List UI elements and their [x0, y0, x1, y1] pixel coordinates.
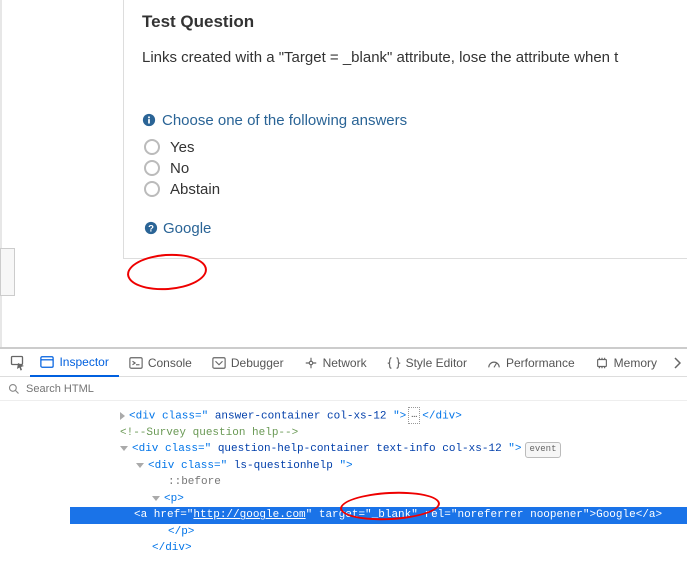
answer-option-no[interactable]: No	[144, 160, 669, 177]
html-search-input[interactable]	[26, 383, 226, 395]
tab-label: Inspector	[59, 355, 108, 369]
svg-text:?: ?	[148, 224, 154, 235]
tab-more[interactable]	[667, 349, 687, 376]
inspector-icon	[40, 355, 54, 369]
html-comment[interactable]: <!--Survey question help-->	[120, 425, 687, 442]
tab-performance[interactable]: Performance	[477, 349, 585, 376]
radio-icon[interactable]	[144, 181, 160, 197]
html-node[interactable]: <div class=" answer-container col-xs-12 …	[120, 407, 687, 425]
html-node[interactable]: </div>	[120, 540, 687, 557]
chevron-right-icon	[673, 357, 681, 369]
radio-icon[interactable]	[144, 139, 160, 155]
help-link-label: Google	[163, 220, 211, 237]
tab-label: Console	[148, 356, 192, 370]
html-node[interactable]: <div class=" ls-questionhelp ">	[120, 458, 687, 475]
devtools-tabbar: Inspector Console Debugger Network Style…	[0, 349, 687, 377]
element-picker-icon	[10, 355, 26, 371]
tab-inspector[interactable]: Inspector	[30, 350, 118, 377]
pseudo-before[interactable]: ::before	[120, 474, 687, 491]
answer-option-yes[interactable]: Yes	[144, 139, 669, 156]
html-node-selected[interactable]: <a href="http://google.com" target="_bla…	[70, 507, 687, 524]
html-search-bar	[0, 377, 687, 401]
tab-debugger[interactable]: Debugger	[202, 349, 294, 376]
element-picker-button[interactable]	[6, 349, 30, 376]
tab-console[interactable]: Console	[119, 349, 202, 376]
tab-label: Performance	[506, 356, 575, 370]
question-circle-icon: ?	[144, 221, 158, 235]
choose-answer-label: Choose one of the following answers	[162, 112, 407, 129]
tab-label: Network	[323, 356, 367, 370]
html-node[interactable]: <p>	[120, 491, 687, 508]
page-content: Test Question Links created with a "Targ…	[0, 0, 687, 347]
info-icon	[142, 113, 156, 127]
html-node[interactable]: </p>	[120, 524, 687, 541]
choose-answer-hint: Choose one of the following answers	[142, 112, 669, 129]
html-node[interactable]: <div class=" question-help-container tex…	[120, 441, 687, 458]
tab-label: Debugger	[231, 356, 284, 370]
collapsed-panel[interactable]	[0, 248, 15, 296]
search-icon	[8, 383, 20, 395]
help-link-google[interactable]: ? Google	[144, 220, 211, 237]
memory-icon	[595, 356, 609, 370]
network-icon	[304, 356, 318, 370]
answer-option-abstain[interactable]: Abstain	[144, 181, 669, 198]
answer-label: No	[170, 160, 189, 177]
radio-icon[interactable]	[144, 160, 160, 176]
console-icon	[129, 356, 143, 370]
debugger-icon	[212, 356, 226, 370]
tab-memory[interactable]: Memory	[585, 349, 667, 376]
tab-label: Memory	[614, 356, 657, 370]
question-container: Test Question Links created with a "Targ…	[123, 0, 687, 259]
performance-icon	[487, 356, 501, 370]
devtools-panel: Inspector Console Debugger Network Style…	[0, 347, 687, 536]
answer-label: Yes	[170, 139, 194, 156]
style-editor-icon	[387, 356, 401, 370]
html-tree[interactable]: <div class=" answer-container col-xs-12 …	[0, 401, 687, 563]
answer-label: Abstain	[170, 181, 220, 198]
tab-network[interactable]: Network	[294, 349, 377, 376]
event-badge[interactable]: event	[525, 442, 560, 458]
tab-label: Style Editor	[406, 356, 467, 370]
question-title: Test Question	[142, 12, 669, 32]
tab-style-editor[interactable]: Style Editor	[377, 349, 477, 376]
question-description: Links created with a "Target = _blank" a…	[142, 48, 669, 68]
